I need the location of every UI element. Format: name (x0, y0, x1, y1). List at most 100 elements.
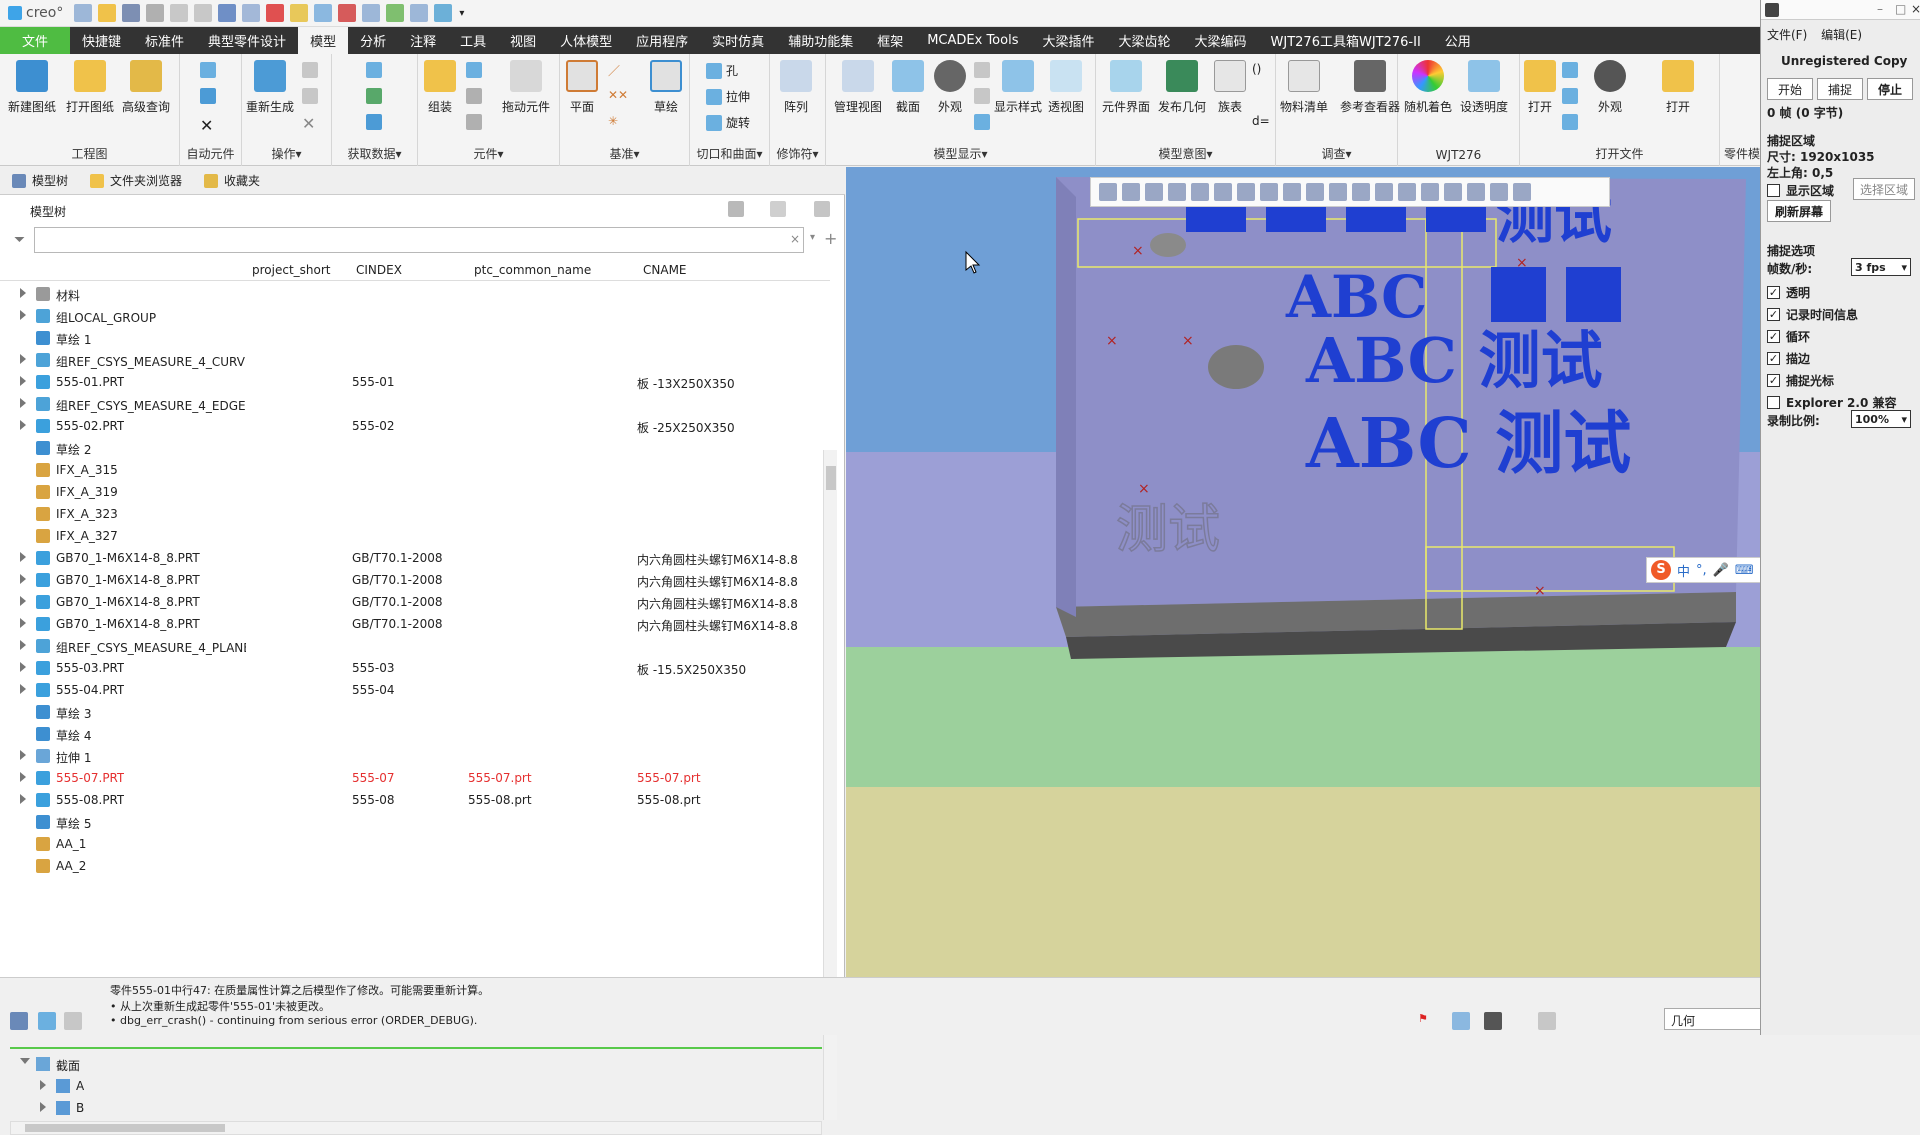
csys-button[interactable]: ✳ (608, 114, 618, 128)
ime-voice-icon[interactable]: 🎤 (1713, 563, 1729, 578)
nav-tab-folder-browser[interactable]: 文件夹浏览器 (90, 172, 182, 189)
file-2-button[interactable] (1562, 88, 1578, 104)
ime-punct[interactable]: °, (1696, 563, 1707, 578)
new-drawing-button[interactable]: 新建图纸 (8, 60, 56, 115)
comp-3-button[interactable] (466, 114, 482, 130)
tree-row[interactable]: 组REF_CSYS_MEASURE_4_PLANES (0, 635, 830, 657)
add-icon[interactable]: + (824, 229, 837, 248)
tree-filter-icon[interactable] (814, 201, 830, 217)
column-cindex[interactable]: CINDEX (356, 263, 402, 277)
layer-icon[interactable] (410, 4, 429, 22)
browser-toggle-icon[interactable] (38, 1012, 56, 1030)
tab-tools[interactable]: 工具 (448, 27, 498, 54)
plane-display-icon[interactable] (1352, 183, 1370, 201)
comp-1-button[interactable] (466, 62, 482, 78)
more-view-icon[interactable] (1513, 183, 1531, 201)
print-icon[interactable] (146, 4, 165, 22)
get-data-1-button[interactable] (366, 62, 382, 78)
spin-center-icon[interactable] (1444, 183, 1462, 201)
tree-horizontal-scrollbar[interactable] (10, 1121, 822, 1135)
tab-beam-gear[interactable]: 大梁齿轮 (1107, 27, 1183, 54)
tree-row[interactable]: 拉伸 1 (0, 745, 830, 767)
tab-model[interactable]: 模型 (298, 27, 349, 54)
regenerate-button[interactable]: 重新生成 (246, 60, 294, 115)
start-button[interactable]: 开始 (1767, 78, 1813, 100)
graphics-viewport[interactable]: 测试 ABC ABC 测试 ABC 测试 测试 × × × × × × S 中 … (846, 167, 1861, 977)
close-icon[interactable]: × (1911, 2, 1920, 16)
expand-arrow-icon[interactable] (20, 640, 26, 650)
sketch-button[interactable]: 草绘 (650, 60, 682, 115)
section-button[interactable]: 截面 (892, 60, 924, 115)
get-data-3-button[interactable] (366, 114, 382, 130)
find-icon[interactable] (1484, 1012, 1502, 1030)
expand-arrow-icon[interactable] (20, 398, 26, 408)
regenerate-icon[interactable] (218, 4, 237, 22)
collapse-arrow-icon[interactable] (20, 1058, 30, 1064)
new-file-icon[interactable] (74, 4, 93, 22)
nav-tab-model-tree[interactable]: 模型树 (12, 172, 68, 189)
annotation-display-icon[interactable] (1467, 183, 1485, 201)
publish-geometry-button[interactable]: 发布几何 (1158, 60, 1206, 115)
expand-arrow-icon[interactable] (20, 420, 26, 430)
point-display-icon[interactable] (1398, 183, 1416, 201)
section-view-icon[interactable] (1306, 183, 1324, 201)
tab-aux-functions[interactable]: 辅助功能集 (776, 27, 865, 54)
tab-applications[interactable]: 应用程序 (624, 27, 700, 54)
tree-row[interactable]: AA_1 (0, 833, 830, 855)
flag-icon[interactable]: ⚑ (1418, 1012, 1428, 1025)
qat-more-icon[interactable]: ▾ (459, 8, 464, 19)
tab-file[interactable]: 文件 (0, 27, 71, 54)
fps-select[interactable]: 3 fps ▾ (1851, 258, 1911, 276)
tab-realtime-sim[interactable]: 实时仿真 (700, 27, 776, 54)
tree-search-input[interactable] (34, 227, 804, 253)
clear-icon[interactable]: × (790, 232, 800, 246)
tree-row[interactable]: IFX_A_315 (0, 459, 830, 481)
expand-arrow-icon[interactable] (40, 1102, 46, 1112)
intent-2-button[interactable]: d= (1252, 114, 1270, 128)
csys-display-icon[interactable] (1421, 183, 1439, 201)
expand-arrow-icon[interactable] (20, 618, 26, 628)
tree-row-section[interactable]: 截面 (0, 1053, 830, 1075)
tree-columns-icon[interactable] (770, 201, 786, 217)
tab-shortcuts[interactable]: 快捷键 (70, 27, 133, 54)
settings-icon[interactable] (314, 4, 333, 22)
intent-1-button[interactable]: () (1252, 62, 1261, 76)
tree-row[interactable]: 555-02.PRT 555-02 板 -25X250X350 (0, 415, 830, 437)
tree-row[interactable]: 组REF_CSYS_MEASURE_4_CURVES (0, 349, 830, 371)
tree-row[interactable]: GB70_1-M6X14-8_8.PRT GB/T70.1-2008 内六角圆柱头螺… (0, 547, 830, 569)
select-area-button[interactable]: 选择区域 (1853, 178, 1915, 200)
get-data-2-button[interactable] (366, 88, 382, 104)
tree-row[interactable]: 555-04.PRT 555-04 (0, 679, 830, 701)
smart-select-icon[interactable] (1538, 1012, 1556, 1030)
tree-row[interactable]: 草绘 1 (0, 327, 830, 349)
menu-file[interactable]: 文件(F) (1767, 28, 1807, 42)
appearance-button[interactable]: 外观 (934, 60, 966, 115)
refit-icon[interactable] (1099, 183, 1117, 201)
tab-beam-code[interactable]: 大梁编码 (1183, 27, 1259, 54)
search-dropdown-icon[interactable]: ▾ (810, 232, 815, 243)
tree-row[interactable]: 材料 (0, 283, 830, 305)
datum-display-icon[interactable] (1329, 183, 1347, 201)
pattern-button[interactable]: 阵列 (780, 60, 812, 115)
display-3-button[interactable] (974, 114, 990, 130)
tree-settings-icon[interactable] (728, 201, 744, 217)
display-1-button[interactable] (974, 62, 990, 78)
tree-row[interactable]: IFX_A_327 (0, 525, 830, 547)
column-project-short[interactable]: project_short (252, 263, 331, 277)
option-checkbox[interactable]: ✓ 循环 (1767, 328, 1810, 345)
column-cname[interactable]: CNAME (643, 263, 687, 277)
scroll-thumb[interactable] (826, 466, 836, 490)
tree-row[interactable]: GB70_1-M6X14-8_8.PRT GB/T70.1-2008 内六角圆柱头螺… (0, 591, 830, 613)
zoom-in-icon[interactable] (1122, 183, 1140, 201)
refresh-screen-button[interactable]: 刷新屏幕 (1767, 200, 1831, 222)
palette-icon[interactable] (386, 4, 405, 22)
component-interface-button[interactable]: 元件界面 (1102, 60, 1150, 115)
bom-button[interactable]: 物料清单 (1280, 60, 1328, 115)
manage-views-button[interactable]: 管理视图 (834, 60, 882, 115)
open-drawing-button[interactable]: 打开图纸 (66, 60, 114, 115)
random-color-button[interactable]: 随机着色 (1404, 60, 1452, 115)
perspective-icon[interactable] (1283, 183, 1301, 201)
tab-mcadex-tools[interactable]: MCADEx Tools (915, 27, 1030, 54)
auto-comp-1-button[interactable] (200, 62, 216, 78)
save-icon[interactable] (122, 4, 141, 22)
